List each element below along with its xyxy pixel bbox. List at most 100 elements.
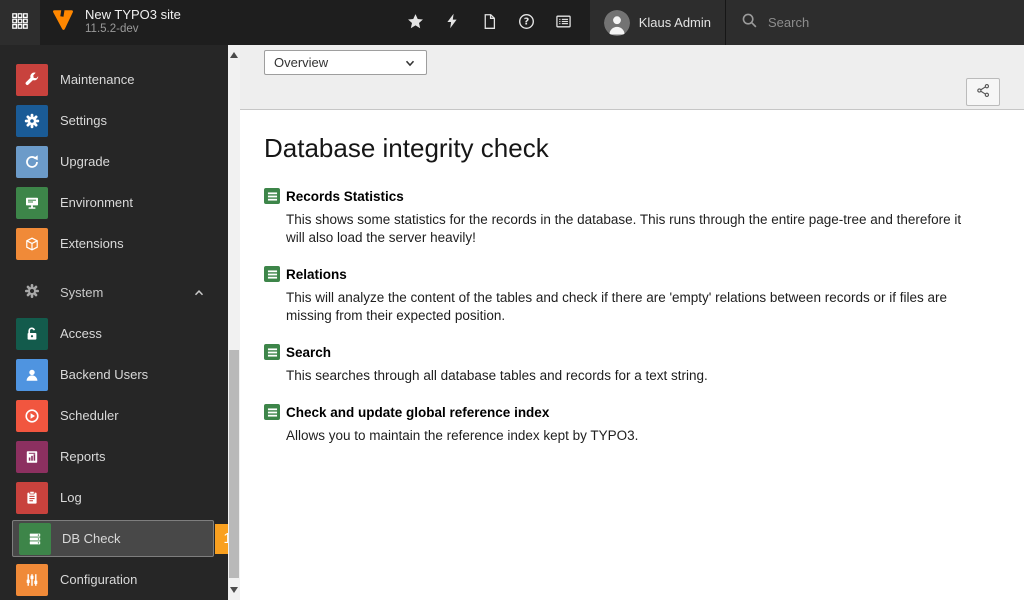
check-item-title: Records Statistics: [286, 188, 404, 204]
search-input[interactable]: [768, 15, 968, 30]
sliders-icon: [16, 563, 48, 596]
sidebar-item-label: Configuration: [60, 572, 138, 587]
content-area: Database integrity check Records Statist…: [240, 110, 1024, 445]
check-item-search: Search This searches through all database…: [264, 344, 1000, 385]
refresh-icon: [16, 145, 48, 178]
sidebar-item-access[interactable]: Access: [0, 313, 228, 354]
sidebar-item-label: Environment: [60, 195, 133, 210]
sidebar-item-label: Log: [60, 490, 82, 505]
gear-icon: [16, 104, 48, 137]
check-item-title: Check and update global reference index: [286, 404, 550, 420]
topbar: New TYPO3 site 11.5.2-dev ? Klaus Admin: [0, 0, 1024, 45]
docheader: Overview: [240, 45, 1024, 110]
main-content: Overview Database integrity check Record…: [240, 45, 1024, 600]
grid-icon: [11, 12, 29, 33]
sidebar-item-label: Maintenance: [60, 72, 135, 87]
sidebar-item-label: Reports: [60, 449, 106, 464]
table-icon: [264, 344, 280, 360]
sidebar-item-upgrade[interactable]: Upgrade: [0, 141, 228, 182]
sidebar-item-label: Upgrade: [60, 154, 110, 169]
avatar: [603, 9, 630, 36]
check-item-description: This searches through all database table…: [286, 368, 708, 383]
check-item-title: Relations: [286, 266, 347, 282]
module-menu-toggle-button[interactable]: [0, 0, 40, 45]
help-icon: ?: [518, 13, 535, 33]
site-version: 11.5.2-dev: [85, 23, 139, 36]
clipboard-icon: [16, 481, 48, 514]
gear-outline-icon: [24, 283, 40, 302]
sidebar-item-environment[interactable]: Environment: [0, 182, 228, 223]
sidebar-item-db-check[interactable]: DB Check 1: [12, 520, 228, 557]
check-item-relations: Relations This will analyze the content o…: [264, 266, 1000, 325]
user-menu[interactable]: Klaus Admin: [589, 0, 725, 45]
list-button[interactable]: [545, 0, 582, 45]
table-icon: [264, 404, 280, 420]
bolt-button[interactable]: [434, 0, 471, 45]
sidebar-item-settings[interactable]: Settings: [0, 100, 228, 141]
sidebar-item-backend-users[interactable]: Backend Users: [0, 354, 228, 395]
share-button[interactable]: [966, 78, 1000, 106]
lock-open-icon: [16, 317, 48, 350]
check-item-check-and-update-global-reference-index: Check and update global reference index A…: [264, 404, 1000, 445]
check-item-description: Allows you to maintain the reference ind…: [286, 428, 639, 443]
check-list: Records Statistics This shows some statis…: [264, 188, 1000, 445]
scroll-down-arrow-icon[interactable]: [230, 587, 238, 593]
check-item-description: This will analyze the content of the tab…: [286, 290, 947, 323]
server-icon: [19, 522, 51, 555]
check-item-header: Check and update global reference index: [264, 404, 1000, 420]
bar-chart-icon: [16, 440, 48, 473]
sidebar-section-label: System: [60, 285, 104, 300]
toolbar-icons: ?: [397, 0, 582, 45]
sidebar-item-label: Backend Users: [60, 367, 149, 382]
star-button[interactable]: [397, 0, 434, 45]
sidebar-item-reports[interactable]: Reports: [0, 436, 228, 477]
username: Klaus Admin: [638, 15, 711, 30]
check-item-records-statistics: Records Statistics This shows some statis…: [264, 188, 1000, 247]
sidebar-item-maintenance[interactable]: Maintenance: [0, 59, 228, 100]
search-area: [725, 0, 1024, 45]
scrollbar-thumb[interactable]: [229, 350, 239, 578]
search-icon: [741, 12, 758, 34]
cube-icon: [16, 227, 48, 260]
bolt-icon: [444, 13, 460, 32]
sidebar-item-label: Scheduler: [60, 408, 119, 423]
sidebar-scrollbar[interactable]: [228, 45, 240, 600]
check-item-description: This shows some statistics for the recor…: [286, 212, 962, 245]
document-icon: [481, 13, 498, 33]
play-circle-icon: [16, 399, 48, 432]
sidebar-item-label: DB Check: [62, 531, 121, 546]
sidebar-item-label: Access: [60, 326, 102, 341]
db-check-badge: 1: [215, 523, 228, 554]
sidebar-item-extensions[interactable]: Extensions: [0, 223, 228, 264]
site-title: New TYPO3 site: [85, 7, 181, 23]
check-item-header: Records Statistics: [264, 188, 1000, 204]
brand[interactable]: New TYPO3 site 11.5.2-dev: [40, 0, 191, 45]
sidebar-item-configuration[interactable]: Configuration: [0, 559, 228, 600]
function-select-value: Overview: [274, 55, 329, 70]
check-item-header: Relations: [264, 266, 1000, 282]
share-icon: [976, 83, 991, 101]
sidebar-item-log[interactable]: Log: [0, 477, 228, 518]
chevron-up-icon: [192, 286, 206, 300]
function-select[interactable]: Overview: [264, 50, 427, 75]
document-button[interactable]: [471, 0, 508, 45]
svg-text:?: ?: [523, 16, 529, 27]
sidebar-item-scheduler[interactable]: Scheduler: [0, 395, 228, 436]
monitor-icon: [16, 186, 48, 219]
table-icon: [264, 266, 280, 282]
star-icon: [407, 13, 424, 33]
help-button[interactable]: ?: [508, 0, 545, 45]
user-icon: [16, 358, 48, 391]
list-icon: [555, 13, 572, 33]
sidebar-item-label: Settings: [60, 113, 107, 128]
module-menu: Maintenance Settings Upgrade Environment Ext…: [0, 45, 228, 600]
sidebar: Maintenance Settings Upgrade Environment Ext…: [0, 45, 240, 600]
page-title: Database integrity check: [264, 133, 549, 163]
typo3-logo-icon: [50, 7, 76, 38]
sidebar-section-system[interactable]: System: [0, 272, 228, 313]
wrench-icon: [16, 63, 48, 96]
check-item-title: Search: [286, 344, 332, 360]
scroll-up-arrow-icon[interactable]: [230, 52, 238, 58]
sidebar-item-label: Extensions: [60, 236, 124, 251]
